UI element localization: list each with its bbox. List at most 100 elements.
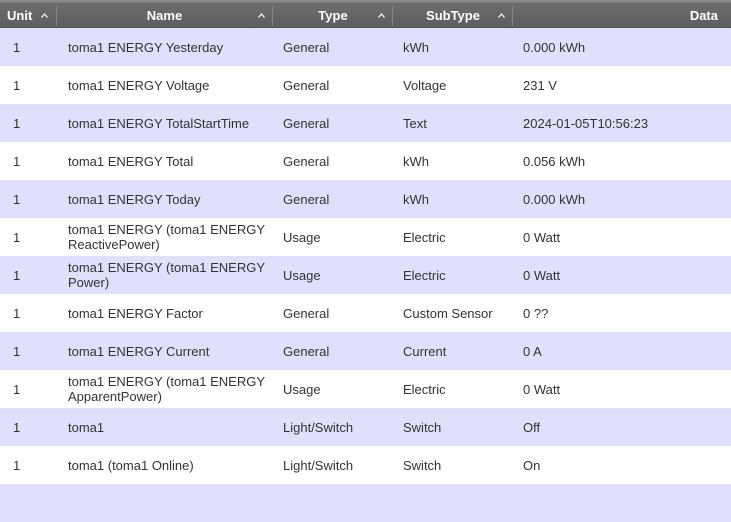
name-cell: toma1 xyxy=(68,408,268,446)
type-cell-text: Light/Switch xyxy=(283,419,354,435)
type-cell-text: General xyxy=(283,305,330,321)
table-row[interactable]: 1 toma1 (toma1 Online) Light/Switch Switch O… xyxy=(0,446,731,484)
type-cell: Light/Switch xyxy=(283,446,393,484)
type-cell: General xyxy=(283,66,393,104)
sort-up-icon[interactable] xyxy=(498,13,505,18)
type-cell: General xyxy=(283,28,393,66)
name-cell-text: toma1 ENERGY Yesterday xyxy=(68,39,224,55)
unit-cell-text: 1 xyxy=(13,115,21,131)
table-row[interactable] xyxy=(0,484,731,522)
data-cell: 2024-01-05T10:56:23 xyxy=(523,104,723,142)
column-header-name[interactable]: Name xyxy=(57,0,272,28)
unit-cell: 1 xyxy=(13,28,53,66)
subtype-cell: Custom Sensor xyxy=(403,294,518,332)
column-header-name-label: Name xyxy=(146,8,183,23)
subtype-cell: Electric xyxy=(403,218,518,256)
data-cell-text: 0 Watt xyxy=(523,229,561,245)
sort-up-icon[interactable] xyxy=(258,13,265,18)
type-cell: Light/Switch xyxy=(283,408,393,446)
subtype-cell-text: Switch xyxy=(403,457,442,473)
data-cell: 231 V xyxy=(523,66,723,104)
name-cell-text: toma1 ENERGY (toma1 ENERGY ApparentPower… xyxy=(68,374,265,404)
subtype-cell-text: Electric xyxy=(403,229,446,245)
data-cell-text: 0.000 kWh xyxy=(523,39,586,55)
name-cell-text: toma1 ENERGY Factor xyxy=(68,305,203,321)
name-cell: toma1 ENERGY Total xyxy=(68,142,268,180)
name-cell: toma1 ENERGY Yesterday xyxy=(68,28,268,66)
table-row[interactable]: 1 toma1 ENERGY (toma1 ENERGY ApparentPowe… xyxy=(0,370,731,408)
type-cell-text: General xyxy=(283,115,330,131)
name-cell: toma1 (toma1 Online) xyxy=(68,446,268,484)
data-cell: 0.056 kWh xyxy=(523,142,723,180)
data-cell-text: 0.056 kWh xyxy=(523,153,586,169)
subtype-cell: kWh xyxy=(403,28,518,66)
name-cell: toma1 ENERGY (toma1 ENERGY ApparentPower… xyxy=(68,370,268,408)
subtype-cell-text: Switch xyxy=(403,419,442,435)
data-cell: 0.000 kWh xyxy=(523,28,723,66)
name-cell: toma1 ENERGY Today xyxy=(68,180,268,218)
unit-cell: 1 xyxy=(13,370,53,408)
name-cell-text: toma1 ENERGY TotalStartTime xyxy=(68,115,250,131)
subtype-cell-text: Electric xyxy=(403,267,446,283)
type-cell: Usage xyxy=(283,218,393,256)
data-cell-text: 0 Watt xyxy=(523,381,561,397)
data-cell-text: 2024-01-05T10:56:23 xyxy=(523,115,649,131)
unit-cell-text: 1 xyxy=(13,343,21,359)
name-cell-text: toma1 ENERGY Voltage xyxy=(68,77,210,93)
column-header-unit[interactable]: Unit xyxy=(7,0,57,28)
unit-cell-text: 1 xyxy=(13,77,21,93)
subtype-cell-text: Text xyxy=(403,115,427,131)
data-cell-text: 0 Watt xyxy=(523,267,561,283)
type-cell: Usage xyxy=(283,370,393,408)
subtype-cell-text: Custom Sensor xyxy=(403,305,493,321)
subtype-cell xyxy=(403,484,518,522)
table-row[interactable]: 1 toma1 ENERGY (toma1 ENERGY ReactivePowe… xyxy=(0,218,731,256)
table-row[interactable]: 1 toma1 ENERGY Total General kWh 0.056 kWh xyxy=(0,142,731,180)
name-cell-text: toma1 ENERGY (toma1 ENERGY ReactivePower… xyxy=(68,222,265,252)
type-cell-text: Light/Switch xyxy=(283,457,354,473)
table-row[interactable]: 1 toma1 ENERGY Current General Current 0 A xyxy=(0,332,731,370)
data-cell-text: 0 A xyxy=(523,343,542,359)
unit-cell: 1 xyxy=(13,104,53,142)
name-cell: toma1 ENERGY (toma1 ENERGY Power) xyxy=(68,256,268,294)
data-cell: 0 A xyxy=(523,332,723,370)
unit-cell-text: 1 xyxy=(13,419,21,435)
data-cell-text: 0 ?? xyxy=(523,305,549,321)
table-row[interactable]: 1 toma1 ENERGY Factor General Custom Sensor… xyxy=(0,294,731,332)
unit-cell: 1 xyxy=(13,256,53,294)
subtype-cell: Current xyxy=(403,332,518,370)
column-header-data[interactable]: Data xyxy=(513,0,718,28)
name-cell-text: toma1 ENERGY (toma1 ENERGY Power) xyxy=(68,260,265,290)
unit-cell: 1 xyxy=(13,218,53,256)
table-row[interactable]: 1 toma1 ENERGY Yesterday General kWh 0.000 k… xyxy=(0,28,731,66)
table-row[interactable]: 1 toma1 ENERGY (toma1 ENERGY Power) Usage E… xyxy=(0,256,731,294)
unit-cell: 1 xyxy=(13,66,53,104)
subtype-cell-text: Voltage xyxy=(403,77,447,93)
unit-cell: 1 xyxy=(13,408,53,446)
data-cell-text: Off xyxy=(523,419,541,435)
data-cell: 0 Watt xyxy=(523,370,723,408)
type-cell: General xyxy=(283,332,393,370)
unit-cell-text: 1 xyxy=(13,39,21,55)
unit-cell-text: 1 xyxy=(13,267,21,283)
unit-cell xyxy=(13,484,53,522)
type-cell-text: General xyxy=(283,153,330,169)
unit-cell-text: 1 xyxy=(13,457,21,473)
type-cell-text: General xyxy=(283,191,330,207)
table-row[interactable]: 1 toma1 ENERGY TotalStartTime General Text 2… xyxy=(0,104,731,142)
table-row[interactable]: 1 toma1 Light/Switch Switch Off xyxy=(0,408,731,446)
column-header-subtype[interactable]: SubType xyxy=(393,0,513,28)
table-row[interactable]: 1 toma1 ENERGY Voltage General Voltage 231 V xyxy=(0,66,731,104)
name-cell: toma1 ENERGY Factor xyxy=(68,294,268,332)
table-row[interactable]: 1 toma1 ENERGY Today General kWh 0.000 kWh xyxy=(0,180,731,218)
sort-up-icon[interactable] xyxy=(41,13,48,18)
column-header-type-label: Type xyxy=(318,8,348,23)
subtype-cell-text: Current xyxy=(403,343,447,359)
sort-up-icon[interactable] xyxy=(378,13,385,18)
type-cell-text: Usage xyxy=(283,229,321,245)
type-cell: General xyxy=(283,180,393,218)
column-header-type[interactable]: Type xyxy=(273,0,393,28)
name-cell-text: toma1 ENERGY Current xyxy=(68,343,210,359)
unit-cell-text: 1 xyxy=(13,305,21,321)
name-cell xyxy=(68,484,268,522)
